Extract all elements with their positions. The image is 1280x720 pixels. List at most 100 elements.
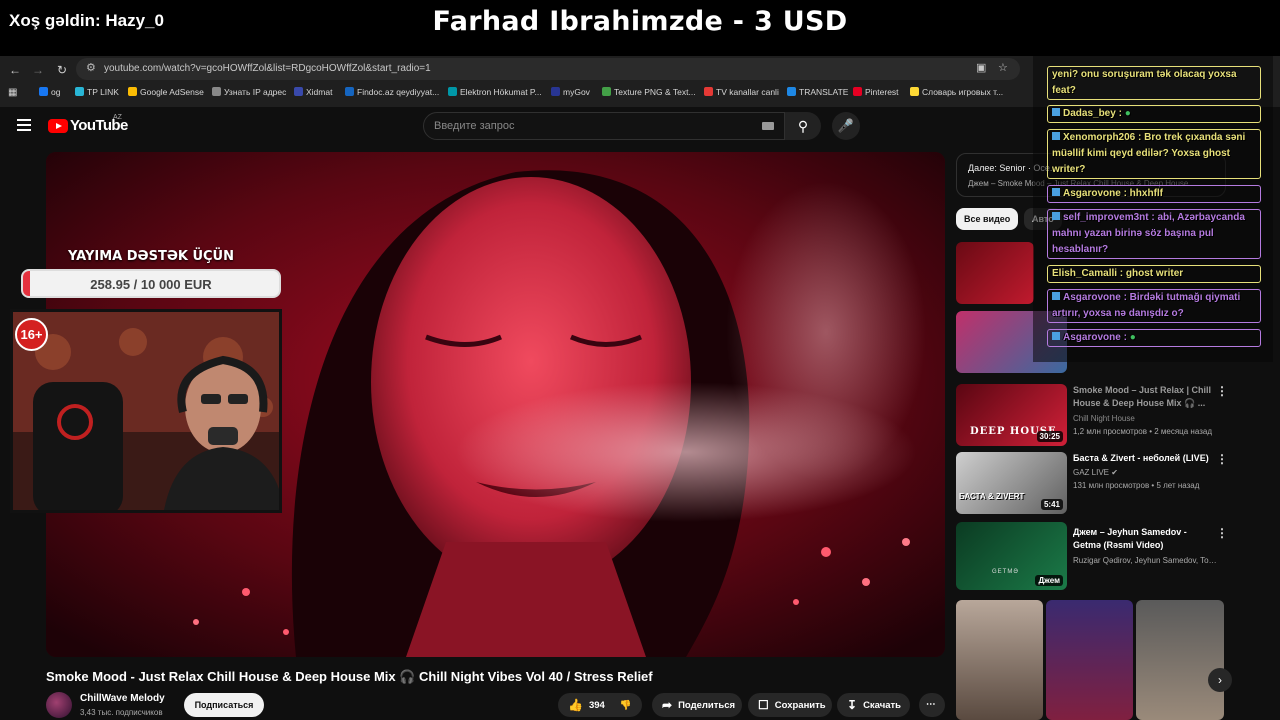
subscriber-count: 3,43 тыс. подписчиков [80,708,163,717]
bookmark-favicon [212,87,221,96]
chat-message-text: self_improvem3nt : abi, Azərbaycanda mah… [1052,212,1245,255]
chat-message: Asgarovone : hhxhflf [1047,185,1261,203]
save-button[interactable]: ☐ Сохранить [748,693,832,717]
bookmark-item[interactable]: Google AdSense [128,87,204,97]
shorts-thumbnail[interactable] [1136,600,1224,720]
bookmark-item[interactable]: Pinterest [853,87,899,97]
shorts-thumbnail[interactable] [1046,600,1133,720]
goal-amount: 258.95 / 10 000 EUR [90,277,212,292]
forward-icon[interactable]: → [29,61,47,79]
duration-badge: Джем [1035,575,1063,586]
bookmark-item[interactable]: Словарь игровых т... [910,87,1003,97]
duration-badge: 30:25 [1036,431,1063,442]
webcam-overlay [10,309,282,513]
bookmark-item[interactable]: TV kanallar canli [704,87,779,97]
bookmark-item[interactable]: myGov [551,87,590,97]
thumbnail-text: GETMƏ [992,569,1019,575]
search-placeholder: Введите запрос [434,120,515,132]
chat-message: Asgarovone : ● [1047,329,1261,347]
bookmark-label: og [51,87,61,97]
back-icon[interactable]: ← [6,61,24,79]
bookmark-favicon [787,87,796,96]
screen: Xoş gəldin: Hazy_0 Farhad Ibrahimzde - 3… [0,0,1280,720]
recommendation-item[interactable]: GETMƏ Джем Джем – Jeyhun Samedov - Getmə… [956,522,1236,590]
keyboard-icon[interactable] [762,122,774,130]
chat-message: yeni? onu soruşuram tək olacaq yoxsa fea… [1047,66,1261,100]
duration-badge: 5:41 [1040,499,1063,510]
thumbs-down-icon: 👎 [619,700,632,711]
mic-icon: 🎤 [837,118,855,133]
recommendation-channel: Chill Night House [1073,414,1135,423]
address-bar[interactable]: ⚙ youtube.com/watch?v=gcoHOWffZol&list=R… [76,58,1020,80]
dislike-button[interactable]: 👎 [619,700,631,711]
more-vertical-icon[interactable]: ⋮ [1216,526,1228,540]
search-input[interactable]: Введите запрос [423,112,785,140]
bookmark-item[interactable]: TP LINK [75,87,119,97]
recommendation-item[interactable]: DEEP HOUSE 30:25 Smoke Mood – Just Relax… [956,384,1236,452]
more-vertical-icon[interactable]: ⋮ [1216,452,1228,466]
install-icon[interactable]: ▣ [976,61,986,74]
share-button[interactable]: ➦ Поделиться [652,693,742,717]
share-icon: ➦ [662,698,673,712]
bookmark-label: myGov [563,87,590,97]
bookmark-label: Словарь игровых т... [922,87,1004,97]
url-text: youtube.com/watch?v=gcoHOWffZol&list=RDg… [104,63,431,74]
donation-alert: Farhad Ibrahimzde - 3 USD [432,6,848,37]
bookmark-item[interactable]: Texture PNG & Text... [602,87,696,97]
bookmark-favicon [128,87,137,96]
chat-message: Xenomorph206 : Bro trek çıxanda səni müə… [1047,129,1261,179]
country-code: AZ [113,114,122,121]
chat-badge-icon [1052,108,1060,116]
bookmark-item[interactable]: Findoc.az qeydiyyat... [345,87,439,97]
channel-name[interactable]: ChillWave Melody [80,693,165,704]
bookmark-icon: ☐ [758,698,769,712]
bookmark-star-icon[interactable]: ☆ [998,61,1008,74]
like-button[interactable]: 👍 394 [558,698,605,712]
bookmark-item[interactable]: Xidmat [294,87,332,97]
emoji-icon: ● [1124,108,1131,119]
chat-message-text: Xenomorph206 : Bro trek çıxanda səni müə… [1052,132,1246,175]
chat-badge-icon [1052,188,1060,196]
shorts-thumbnail[interactable] [956,600,1043,720]
bookmark-item[interactable]: Узнать IP адрес [212,87,286,97]
bookmark-label: Google AdSense [140,87,204,97]
chip-all-videos[interactable]: Все видео [956,208,1019,230]
apps-grid-icon[interactable]: ▦ [8,87,17,98]
channel-avatar[interactable] [46,692,72,718]
bookmark-label: Xidmat [306,87,333,97]
bookmark-item[interactable]: TRANSLATE [787,87,848,97]
bookmark-label: TRANSLATE [799,87,849,97]
search-button[interactable]: ⚲ [785,112,821,140]
reload-icon[interactable]: ↻ [53,61,71,79]
bookmark-favicon [294,87,303,96]
mic-button[interactable]: 🎤 [832,112,860,140]
chat-message-text: Elish_Camalli : ghost writer [1052,268,1184,279]
bookmark-label: Узнать IP адрес [224,87,287,97]
recommendation-thumbnail[interactable] [956,242,1034,304]
subscribe-button[interactable]: Подписаться [184,693,264,717]
bookmark-favicon [910,87,919,96]
site-info-icon[interactable]: ⚙ [86,61,96,74]
chat-badge-icon [1052,212,1060,220]
menu-icon[interactable] [17,119,31,131]
download-button[interactable]: ↧ Скачать [837,693,910,717]
more-actions-button[interactable]: ⋯ [919,693,945,717]
bookmark-item[interactable]: Elektron Hökumat P... [448,87,542,97]
recommendation-item[interactable]: БАСТА & ZIVERT 5:41 Баста & Zivert - неб… [956,452,1236,520]
bookmark-item[interactable]: og [39,87,60,97]
like-count: 394 [588,700,605,711]
chevron-right-icon[interactable]: › [1208,668,1232,692]
video-title: Smoke Mood - Just Relax Chill House & De… [46,669,653,684]
goal-title: YAYIMA DƏSTƏK ÜÇÜN [68,249,234,264]
chat-badge-icon [1052,332,1060,340]
chat-message-text: Asgarovone : hhxhflf [1063,188,1164,199]
download-label: Скачать [863,700,902,711]
chat-message: Elish_Camalli : ghost writer [1047,265,1261,283]
more-vertical-icon[interactable]: ⋮ [1216,384,1228,398]
stream-header: Xoş gəldin: Hazy_0 Farhad Ibrahimzde - 3… [0,0,1280,56]
recommendation-channel: Ruzigar Qədirov, Jeyhun Samedov, Tomri..… [1073,556,1223,565]
bookmark-favicon [448,87,457,96]
download-icon: ↧ [847,698,858,712]
bookmark-favicon [551,87,560,96]
bookmark-label: Findoc.az qeydiyyat... [357,87,440,97]
